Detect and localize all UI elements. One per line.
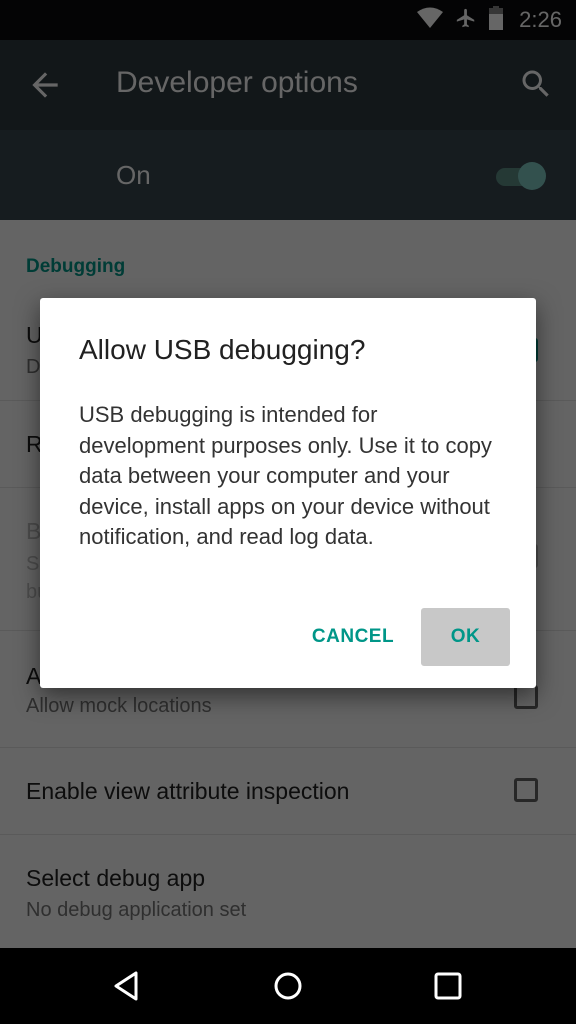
nav-home-button[interactable] [268, 966, 308, 1006]
ok-button[interactable]: OK [421, 608, 510, 666]
nav-back-button[interactable] [108, 966, 148, 1006]
usb-debugging-dialog: Allow USB debugging? USB debugging is in… [40, 298, 536, 688]
dialog-message: USB debugging is intended for developmen… [79, 402, 492, 550]
cancel-button[interactable]: CANCEL [298, 608, 408, 666]
recents-icon [434, 972, 462, 1000]
back-icon [114, 971, 138, 1001]
dialog-title: Allow USB debugging? [79, 334, 366, 365]
nav-recents-button[interactable] [428, 966, 468, 1006]
navigation-bar [0, 948, 576, 1024]
home-icon [274, 972, 302, 1000]
